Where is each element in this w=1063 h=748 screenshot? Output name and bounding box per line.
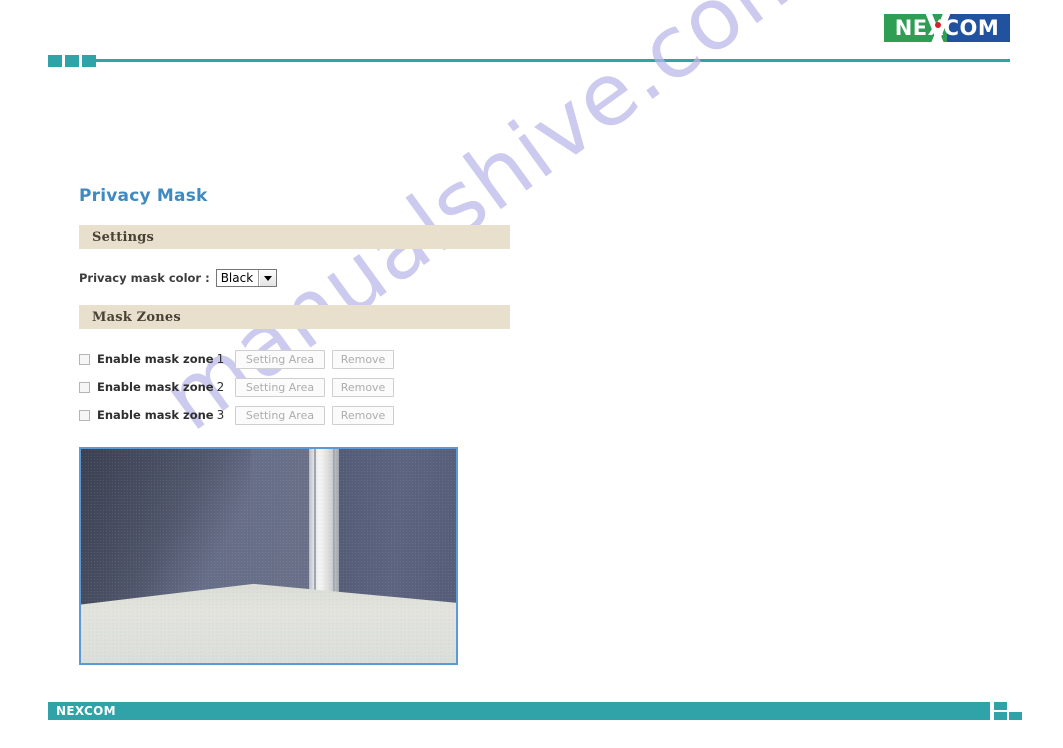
zone-2-label-text: Enable mask zone — [97, 380, 214, 394]
enable-mask-zone-2-checkbox[interactable] — [79, 381, 90, 393]
privacy-mask-color-value: Black — [220, 271, 254, 285]
header-logo-text: NEXCOM — [894, 16, 1000, 40]
remove-button-zone-2[interactable]: Remove — [332, 377, 394, 397]
enable-mask-zone-2-label: Enable mask zone 2 — [97, 380, 224, 394]
zone-1-number: 1 — [216, 352, 225, 366]
enable-mask-zone-3-checkbox[interactable] — [79, 409, 90, 421]
mask-zone-row: Enable mask zone 3 Setting Area Remove — [79, 404, 449, 426]
setting-area-button-zone-3[interactable]: Setting Area — [235, 405, 325, 425]
privacy-mask-color-row: Privacy mask color : Black — [79, 268, 278, 288]
mask-zone-row: Enable mask zone 2 Setting Area Remove — [79, 376, 449, 398]
settings-section-header: Settings — [79, 225, 510, 249]
chevron-down-glyph — [263, 275, 272, 281]
header-divider — [48, 55, 1010, 67]
preview-texture-overlay — [81, 449, 456, 663]
footer-square-b — [994, 712, 1007, 720]
mask-zone-1-buttons: Setting Area Remove — [235, 349, 394, 369]
enable-mask-zone-3-label: Enable mask zone 3 — [97, 408, 224, 422]
header-square-2 — [65, 55, 79, 67]
privacy-mask-color-select[interactable]: Black — [215, 269, 278, 287]
footer-logo-text: NEXCOM — [56, 704, 116, 718]
mask-zone-row: Enable mask zone 1 Setting Area Remove — [79, 348, 449, 370]
header-square-3 — [82, 55, 96, 67]
header-logo: NEXCOM — [884, 14, 1010, 42]
settings-section-label: Settings — [92, 229, 155, 245]
footer-square-a — [994, 702, 1007, 710]
header-square-1 — [48, 55, 62, 67]
mask-zones-section-label: Mask Zones — [92, 309, 181, 325]
logo-red-dot-icon — [935, 22, 941, 28]
setting-area-button-zone-2[interactable]: Setting Area — [235, 377, 325, 397]
header-rule-line — [96, 59, 1010, 62]
chevron-down-icon[interactable] — [258, 270, 277, 286]
remove-button-zone-3[interactable]: Remove — [332, 405, 394, 425]
setting-area-button-zone-1[interactable]: Setting Area — [235, 349, 325, 369]
mask-zone-2-buttons: Setting Area Remove — [235, 377, 394, 397]
enable-mask-zone-1-label: Enable mask zone 1 — [97, 352, 224, 366]
zone-3-label-text: Enable mask zone — [97, 408, 214, 422]
mask-zone-list: Enable mask zone 1 Setting Area Remove En… — [79, 348, 449, 432]
video-preview-image — [81, 449, 456, 663]
mask-zone-3-buttons: Setting Area Remove — [235, 405, 394, 425]
footer-bar: NEXCOM — [48, 702, 990, 720]
zone-1-label-text: Enable mask zone — [97, 352, 214, 366]
page-title: Privacy Mask — [79, 186, 208, 206]
zone-3-number: 3 — [216, 408, 225, 422]
remove-button-zone-1[interactable]: Remove — [332, 349, 394, 369]
zone-2-number: 2 — [216, 380, 225, 394]
privacy-mask-color-label: Privacy mask color : — [79, 271, 210, 285]
footer-square-c — [1009, 712, 1022, 720]
mask-zones-section-header: Mask Zones — [79, 305, 510, 329]
enable-mask-zone-1-checkbox[interactable] — [79, 353, 90, 365]
video-preview-frame[interactable] — [79, 447, 458, 665]
